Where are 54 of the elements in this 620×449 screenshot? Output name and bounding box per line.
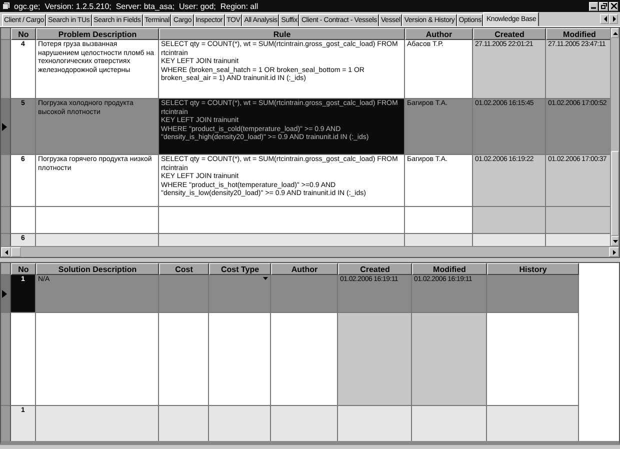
footer-cell — [209, 406, 271, 441]
window-title: ogc.ge; Version: 1.2.5.210; Server: bta_asa; User: god; Region: all — [14, 2, 260, 10]
column-header[interactable]: No — [11, 28, 36, 40]
down-arrow-icon — [612, 240, 618, 242]
footer-cell — [271, 406, 338, 441]
restore-button[interactable] — [599, 2, 608, 10]
column-header[interactable]: Cost — [159, 263, 209, 275]
row-indicator[interactable] — [1, 406, 11, 441]
column-header[interactable]: Cost Type — [209, 263, 271, 275]
row-indicator[interactable] — [1, 313, 11, 406]
row-indicator[interactable] — [1, 40, 11, 99]
column-header[interactable]: History — [487, 263, 579, 275]
scroll-thumb[interactable] — [11, 247, 21, 257]
horizontal-scrollbar[interactable] — [1, 246, 619, 257]
header-corner[interactable] — [1, 263, 11, 275]
right-arrow-icon — [610, 15, 616, 23]
column-header[interactable]: Created — [473, 28, 546, 40]
column-header[interactable]: Author — [271, 263, 338, 275]
scroll-thumb[interactable] — [611, 151, 619, 236]
footer-cell — [546, 234, 610, 246]
up-arrow-icon — [612, 32, 618, 34]
scroll-down-button[interactable] — [611, 236, 619, 246]
scroll-up-button[interactable] — [611, 28, 619, 38]
dropdown-caret-icon[interactable] — [263, 277, 268, 280]
scroll-left-button[interactable] — [1, 247, 11, 257]
close-button[interactable] — [609, 2, 618, 10]
left-arrow-icon — [602, 15, 608, 23]
scroll-left-button[interactable] — [600, 14, 609, 24]
scroll-right-button[interactable] — [609, 247, 619, 257]
close-icon — [610, 3, 616, 9]
footer-cell — [405, 234, 473, 246]
row-pointer-icon — [1, 290, 8, 298]
column-header[interactable]: Rule — [159, 28, 405, 40]
column-header[interactable]: Author — [405, 28, 473, 40]
column-header[interactable]: Modified — [412, 263, 487, 275]
column-header[interactable]: Problem Description — [36, 28, 159, 40]
row-indicator[interactable] — [1, 275, 11, 313]
column-header[interactable]: Modified — [546, 28, 610, 40]
footer-cell — [159, 406, 209, 441]
right-arrow-icon — [612, 250, 616, 254]
column-header[interactable]: No — [11, 263, 36, 275]
restore-icon — [600, 3, 606, 9]
app-icon — [2, 2, 10, 10]
row-pointer-icon — [1, 122, 8, 130]
scroll-right-button[interactable] — [609, 14, 618, 24]
left-arrow-icon — [4, 250, 8, 254]
row-indicator[interactable] — [1, 155, 11, 207]
column-header[interactable]: Created — [338, 263, 412, 275]
header-corner[interactable] — [1, 28, 11, 40]
vertical-scrollbar[interactable] — [610, 28, 619, 246]
row-indicator[interactable] — [1, 207, 11, 234]
column-header[interactable]: Solution Description — [36, 263, 159, 275]
row-indicator[interactable] — [1, 99, 11, 155]
minimize-button[interactable] — [589, 2, 598, 10]
